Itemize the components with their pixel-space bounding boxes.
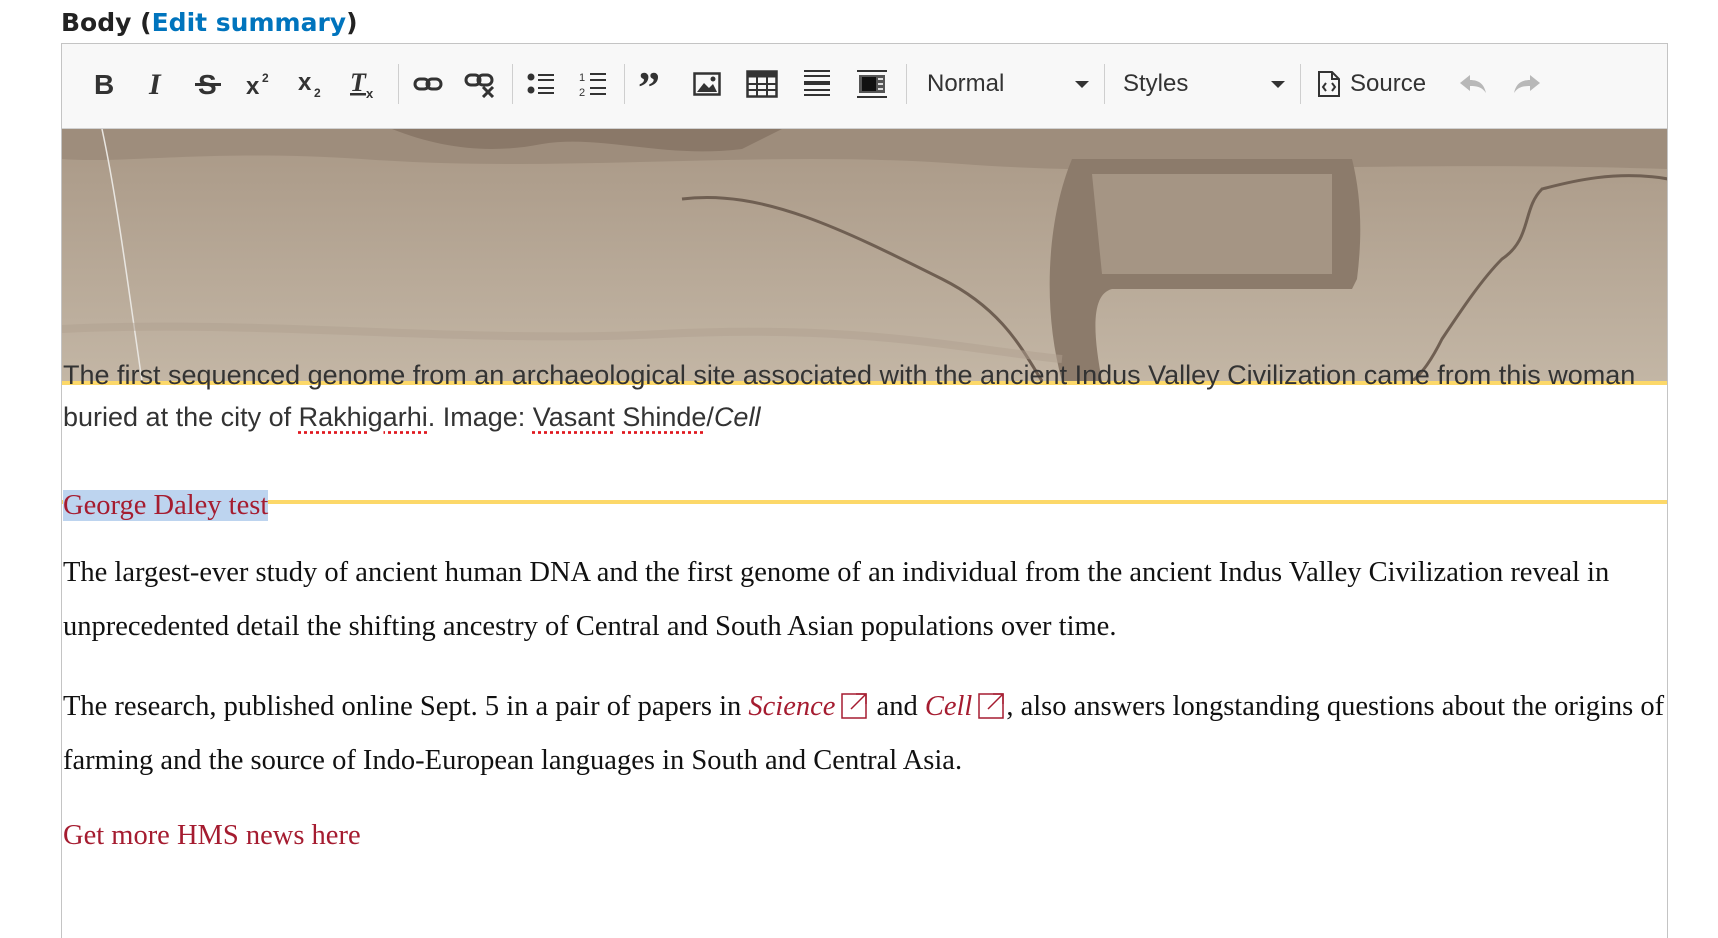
italic-icon: I — [143, 70, 169, 98]
blockquote-button[interactable]: ” — [631, 62, 675, 106]
remove-format-button[interactable]: Tx — [342, 62, 386, 106]
external-link-icon — [978, 691, 1006, 719]
unlink-icon — [464, 70, 496, 98]
svg-text:x: x — [246, 73, 260, 98]
source-icon — [1317, 70, 1341, 98]
excavation-photo-graphic — [62, 129, 1668, 381]
image-button[interactable] — [685, 62, 729, 106]
table-button[interactable] — [740, 62, 784, 106]
table-icon — [746, 70, 778, 98]
subscript-icon: x2 — [297, 70, 327, 98]
toolbar-separator — [1300, 64, 1301, 104]
paragraph-1: The largest-ever study of ancient human … — [63, 546, 1668, 654]
svg-text:T: T — [350, 69, 367, 97]
bold-icon: B — [91, 70, 117, 98]
unlink-button[interactable] — [458, 62, 502, 106]
science-link-text: Science — [748, 691, 835, 722]
caption-credit-last: Shinde — [622, 402, 706, 432]
link-icon — [413, 74, 443, 94]
toolbar-separator — [512, 64, 513, 104]
link-button[interactable] — [406, 62, 450, 106]
svg-text:2: 2 — [579, 87, 585, 98]
format-select[interactable]: Normal — [927, 62, 1089, 106]
caption-slash: / — [706, 402, 714, 432]
paragraph-2-and: and — [869, 691, 924, 722]
chevron-down-icon — [1075, 81, 1089, 88]
redo-icon — [1512, 73, 1542, 95]
superscript-button[interactable]: x2 — [238, 62, 282, 106]
test-line[interactable]: George Daley test — [63, 486, 268, 526]
bold-button[interactable]: B — [82, 62, 126, 106]
cell-link[interactable]: Cell — [925, 691, 1007, 722]
bulleted-list-button[interactable] — [519, 62, 563, 106]
bulleted-list-icon — [526, 71, 556, 97]
numbered-list-icon: 12 — [578, 70, 608, 98]
media-embed-button[interactable] — [850, 62, 894, 106]
svg-text:I: I — [148, 70, 162, 98]
strikethrough-button[interactable]: S — [186, 62, 230, 106]
svg-text:2: 2 — [314, 86, 321, 98]
styles-select-value: Styles — [1123, 70, 1188, 98]
superscript-icon: x2 — [245, 70, 275, 98]
paren-open: ( — [140, 8, 151, 37]
undo-icon — [1458, 73, 1488, 95]
toolbar-separator — [1104, 64, 1105, 104]
excavation-photo[interactable] — [62, 129, 1668, 381]
science-link[interactable]: Science — [748, 691, 869, 722]
toolbar-separator — [624, 64, 625, 104]
format-select-value: Normal — [927, 70, 1004, 98]
italic-button[interactable]: I — [134, 62, 178, 106]
svg-text:x: x — [298, 70, 312, 96]
field-label-text: Body — [61, 8, 131, 37]
subscript-button[interactable]: x2 — [290, 62, 334, 106]
svg-text:2: 2 — [262, 71, 269, 85]
remove-format-icon: Tx — [348, 69, 380, 99]
caption-credit-first: Vasant — [533, 402, 615, 432]
chevron-down-icon — [1271, 81, 1285, 88]
redo-button[interactable] — [1505, 62, 1549, 106]
toolbar-separator — [398, 64, 399, 104]
image-caption[interactable]: The first sequenced genome from an archa… — [63, 354, 1663, 438]
paragraph-2: The research, published online Sept. 5 i… — [63, 680, 1668, 788]
toolbar-separator — [906, 64, 907, 104]
svg-text:x: x — [366, 86, 374, 99]
caption-place: Rakhigarhi — [299, 402, 428, 432]
numbered-list-button[interactable]: 12 — [571, 62, 615, 106]
rich-text-editor[interactable]: B I S x2 x2 Tx 1 2 Normal Styles Source … — [61, 43, 1668, 938]
styles-select[interactable]: Styles — [1123, 62, 1285, 106]
source-button[interactable]: Source — [1317, 62, 1437, 106]
undo-button[interactable] — [1451, 62, 1495, 106]
blockquote-icon: ” — [638, 72, 668, 96]
paragraph-2-text: The research, published online Sept. 5 i… — [63, 691, 748, 722]
more-news-link[interactable]: Get more HMS news here — [63, 820, 361, 851]
caption-bottom-border — [62, 500, 1668, 504]
media-embed-icon — [856, 68, 888, 100]
caption-publication: Cell — [714, 402, 761, 432]
svg-text:B: B — [94, 70, 114, 98]
source-button-label: Source — [1350, 70, 1426, 98]
image-icon — [693, 72, 721, 96]
test-link[interactable]: George Daley test — [63, 490, 268, 521]
svg-text:”: ” — [638, 72, 660, 96]
strikethrough-icon: S — [194, 70, 222, 98]
svg-text:1: 1 — [579, 72, 585, 84]
horizontal-rule-icon — [803, 68, 831, 100]
editor-toolbar: B I S x2 x2 Tx 1 2 Normal Styles Source — [62, 44, 1667, 129]
edit-summary-link[interactable]: Edit summary — [152, 8, 346, 37]
paren-close: ) — [346, 8, 357, 37]
cell-link-text: Cell — [925, 691, 973, 722]
caption-text-mid: . Image: — [428, 402, 533, 432]
field-label: Body (Edit summary) — [61, 8, 358, 37]
more-news-line[interactable]: Get more HMS news here — [63, 816, 361, 856]
external-link-icon — [841, 691, 869, 719]
horizontal-rule-button[interactable] — [795, 62, 839, 106]
